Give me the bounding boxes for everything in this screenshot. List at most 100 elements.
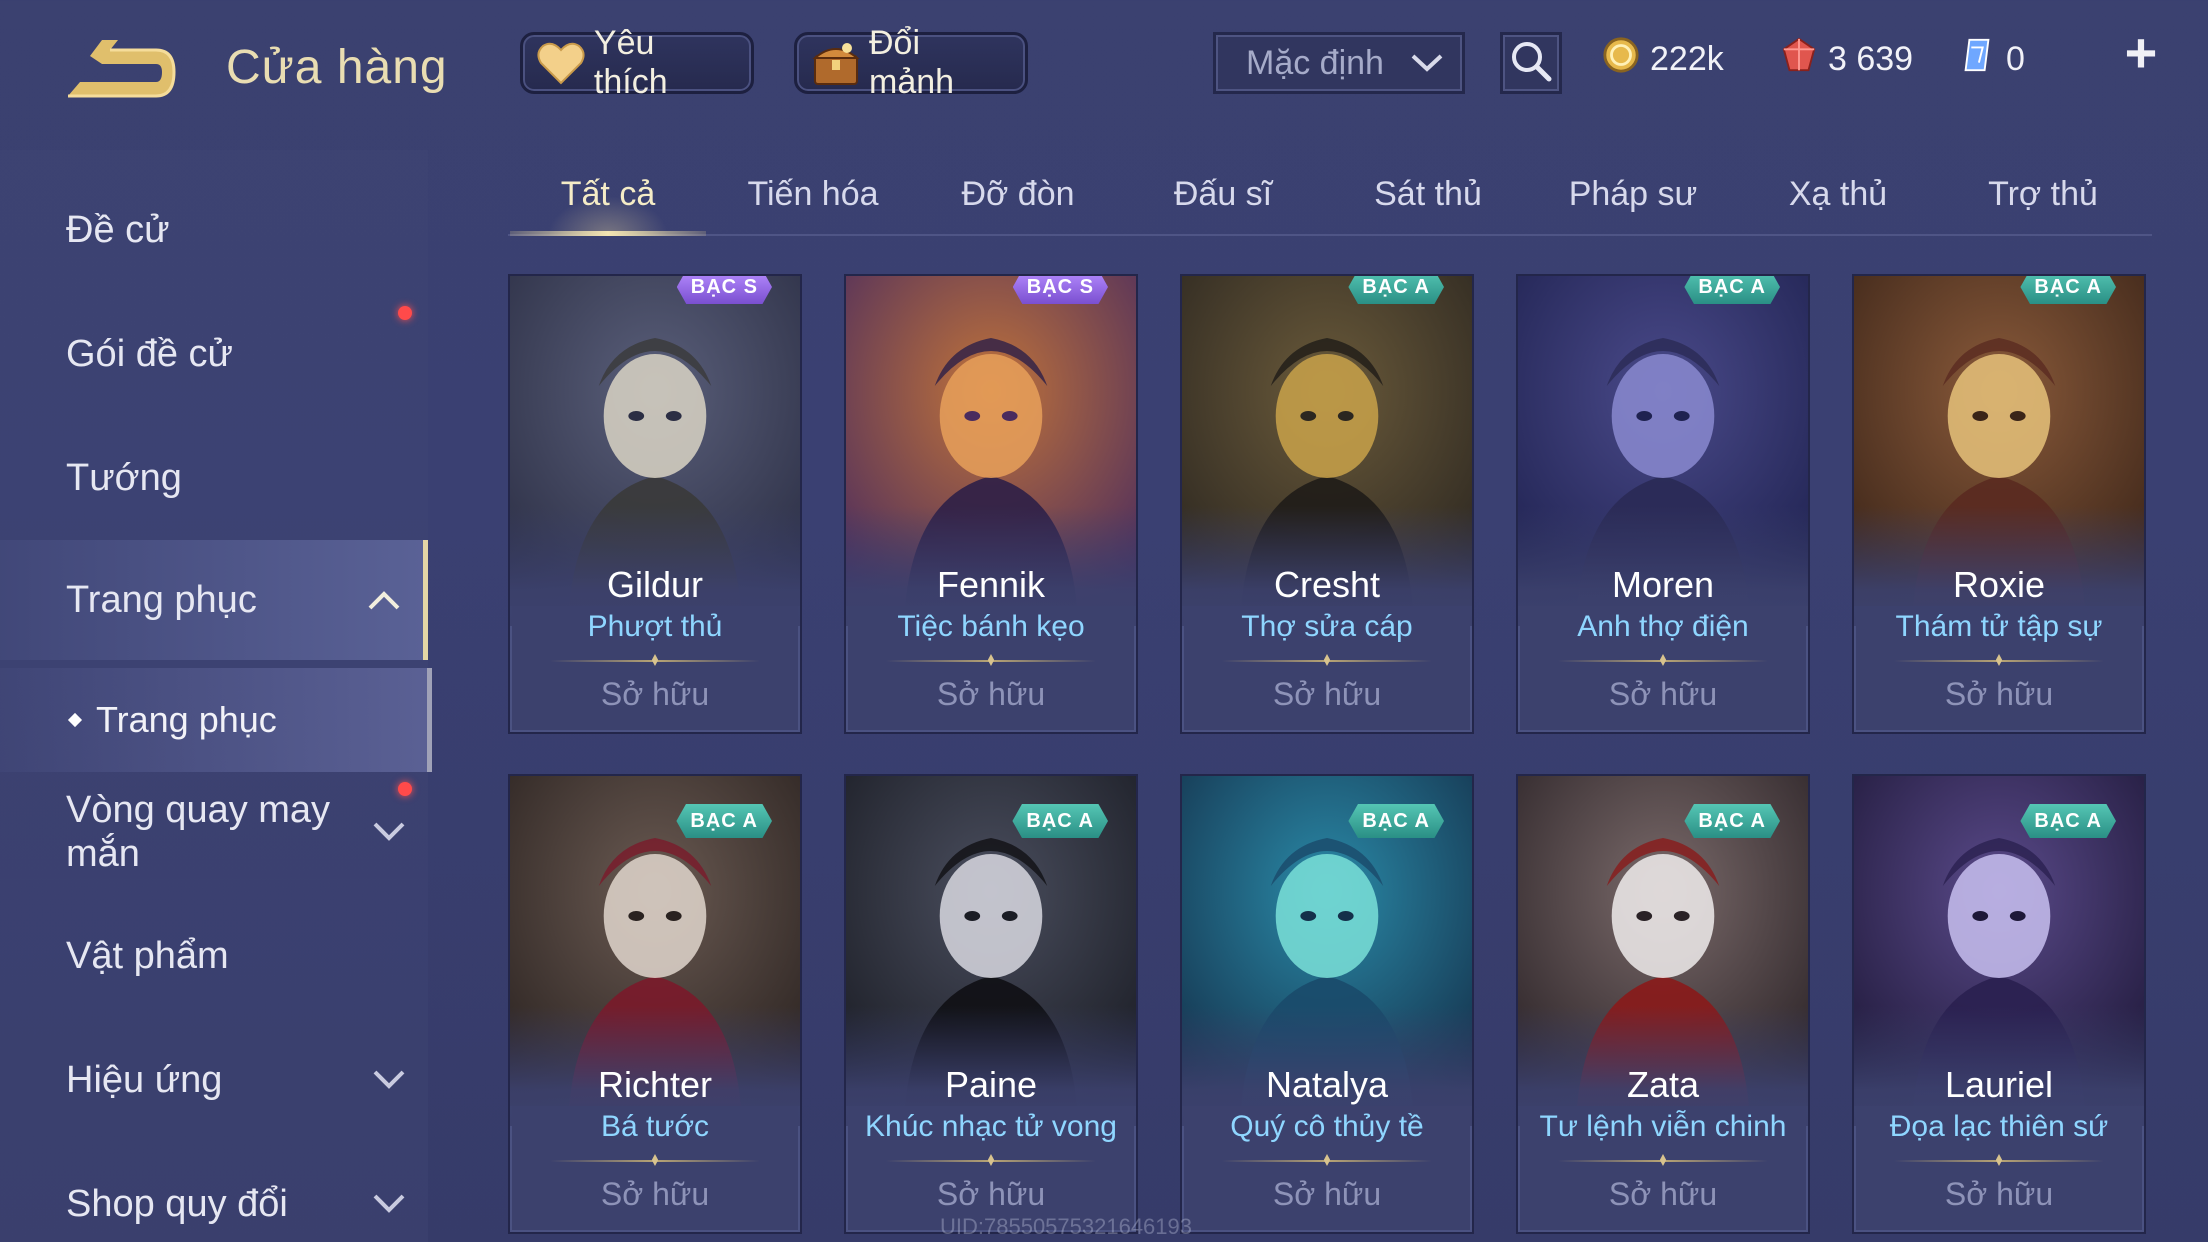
card-divider [886,660,1096,662]
skin-name: Khúc nhạc tử vong [865,1110,1117,1143]
ownership-status: Sở hữu [1944,1176,2054,1212]
skin-card[interactable]: BẠC A Cresht Thợ sửa cáp Sở hữu [1180,274,1474,734]
skin-grid: BẠC S Gildur Phượt thủ Sở hữu BẠC S Fenn… [508,274,2152,1242]
sidebar-subitem-skins[interactable]: Trang phục [0,668,432,772]
ownership-status: Sở hữu [600,676,710,712]
sidebar-item-lucky-spin[interactable]: Vòng quay may mắn [0,772,428,892]
card-divider [886,1160,1096,1162]
hero-name: Gildur [606,564,704,605]
skin-name: Thám tử tập sự [1895,610,2103,643]
favorites-label: Yêu thích [593,24,668,101]
sidebar-item-skins[interactable]: Trang phục [0,540,428,660]
skin-name: Tiệc bánh kẹo [897,610,1085,643]
tab-assassin[interactable]: Sát thủ [1328,162,1528,232]
skin-name: Tư lệnh viễn chinh [1539,1110,1787,1143]
skin-card[interactable]: BẠC A Richter Bá tước Sở hữu [508,774,802,1234]
hero-name: Zata [1626,1064,1700,1105]
sidebar-item-effects[interactable]: Hiệu ứng [0,1020,428,1140]
sidebar-item-label: Gói đề cử [66,332,233,375]
tab-marksman[interactable]: Xạ thủ [1738,162,1938,232]
rarity-badge: BẠC A [2020,804,2116,838]
skin-card[interactable]: BẠC A Paine Khúc nhạc tử vong Sở hữu [844,774,1138,1234]
tab-all[interactable]: Tất cả [508,162,708,236]
sidebar-item-label: Hiệu ứng [66,1058,223,1101]
rarity-badge: BẠC A [1684,276,1780,304]
ownership-status: Sở hữu [1272,1176,1382,1212]
voucher-currency: 3 639 [1780,34,1913,84]
hero-name: Lauriel [1944,1064,2054,1105]
tab-mage[interactable]: Pháp sư [1533,162,1733,232]
skin-name: Quý cô thủy tề [1230,1110,1424,1143]
fragment-exchange-label: Đổi mảnh [869,24,955,101]
tab-tank[interactable]: Đỡ đòn [918,162,1118,232]
sidebar-item-featured[interactable]: Đề cử [0,170,428,290]
ownership-status: Sở hữu [1608,676,1718,712]
rarity-badge: BẠC S [676,276,772,304]
rarity-badge: BẠC A [2020,276,2116,304]
chevron-down-icon [1410,44,1444,83]
favorites-button[interactable]: Yêu thích [520,24,754,101]
card-divider [1558,660,1768,662]
hero-name: Paine [944,1064,1038,1105]
sidebar-item-label: Tướng [66,456,182,499]
sidebar-item-label: Vật phẩm [66,934,229,977]
sidebar-item-label: Shop quy đổi [66,1182,288,1225]
sidebar-item-label: Vòng quay may mắn [66,789,331,875]
sidebar-item-featured-packs[interactable]: Gói đề cử [0,294,428,414]
tab-evolution[interactable]: Tiến hóa [713,162,913,232]
rarity-badge: BẠC A [1684,804,1780,838]
hero-name: Roxie [1952,564,2046,605]
tab-fighter[interactable]: Đấu sĩ [1123,162,1323,232]
skin-card[interactable]: BẠC A Natalya Quý cô thủy tề Sở hữu [1180,774,1474,1234]
card-divider [1222,660,1432,662]
ownership-status: Sở hữu [936,676,1046,712]
blue-crystal-icon [1958,36,1996,83]
tab-support[interactable]: Trợ thủ [1943,162,2143,232]
sidebar-item-label: Trang phục [66,578,257,621]
card-divider [550,1160,760,1162]
search-button[interactable] [1500,32,1562,94]
rarity-badge: BẠC A [1348,804,1444,838]
skin-name: Anh thợ điện [1577,610,1749,643]
chevron-up-icon [368,591,400,610]
search-icon [1509,39,1553,88]
notification-dot [398,306,412,320]
category-sidebar: Đề cử Gói đề cử Tướng Trang phục Trang p… [0,150,432,1242]
hero-name: Natalya [1265,1064,1389,1105]
hero-name: Richter [597,1064,713,1105]
card-divider [1558,1160,1768,1162]
rarity-badge: BẠC A [1012,804,1108,838]
fragment-exchange-button[interactable]: Đổi mảnh [794,24,1028,101]
sidebar-item-exchange-shop[interactable]: Shop quy đổi [0,1144,428,1242]
sidebar-subitem-label: Trang phục [96,699,277,740]
ownership-status: Sở hữu [600,1176,710,1212]
bullet-icon [67,712,83,728]
sidebar-item-heroes[interactable]: Tướng [0,418,428,538]
add-currency-button[interactable]: + [2118,25,2164,82]
page-title: Cửa hàng [226,41,448,94]
voucher-amount: 3 639 [1828,39,1914,78]
sort-dropdown-value: Mặc định [1246,43,1384,82]
red-gem-icon [1780,36,1818,83]
skin-card[interactable]: BẠC S Fennik Tiệc bánh kẹo Sở hữu [844,274,1138,734]
rarity-badge: BẠC S [1012,276,1108,304]
skin-name: Bá tước [600,1110,710,1143]
sidebar-item-items[interactable]: Vật phẩm [0,896,428,1016]
skin-card[interactable]: BẠC S Gildur Phượt thủ Sở hữu [508,274,802,734]
skin-name: Phượt thủ [587,610,723,643]
hero-name: Fennik [936,564,1046,605]
gold-currency: 222k [1602,34,1724,84]
hero-name: Moren [1611,564,1715,605]
gold-amount: 222k [1650,39,1724,78]
top-bar: Cửa hàng Yêu thích Đổi mảnh Mặc định 222… [0,0,2208,130]
skin-card[interactable]: BẠC A Moren Anh thợ điện Sở hữu [1516,274,1810,734]
back-arrow-icon[interactable] [62,38,182,104]
chevron-down-icon [373,1194,405,1213]
gold-coin-icon [1602,36,1640,83]
card-divider [1894,1160,2104,1162]
card-divider [550,660,760,662]
sort-dropdown[interactable]: Mặc định [1213,32,1465,94]
skin-card[interactable]: BẠC A Roxie Thám tử tập sự Sở hữu [1852,274,2146,734]
skin-card[interactable]: BẠC A Zata Tư lệnh viễn chinh Sở hữu [1516,774,1810,1234]
skin-card[interactable]: BẠC A Lauriel Đọa lạc thiên sứ Sở hữu [1852,774,2146,1234]
